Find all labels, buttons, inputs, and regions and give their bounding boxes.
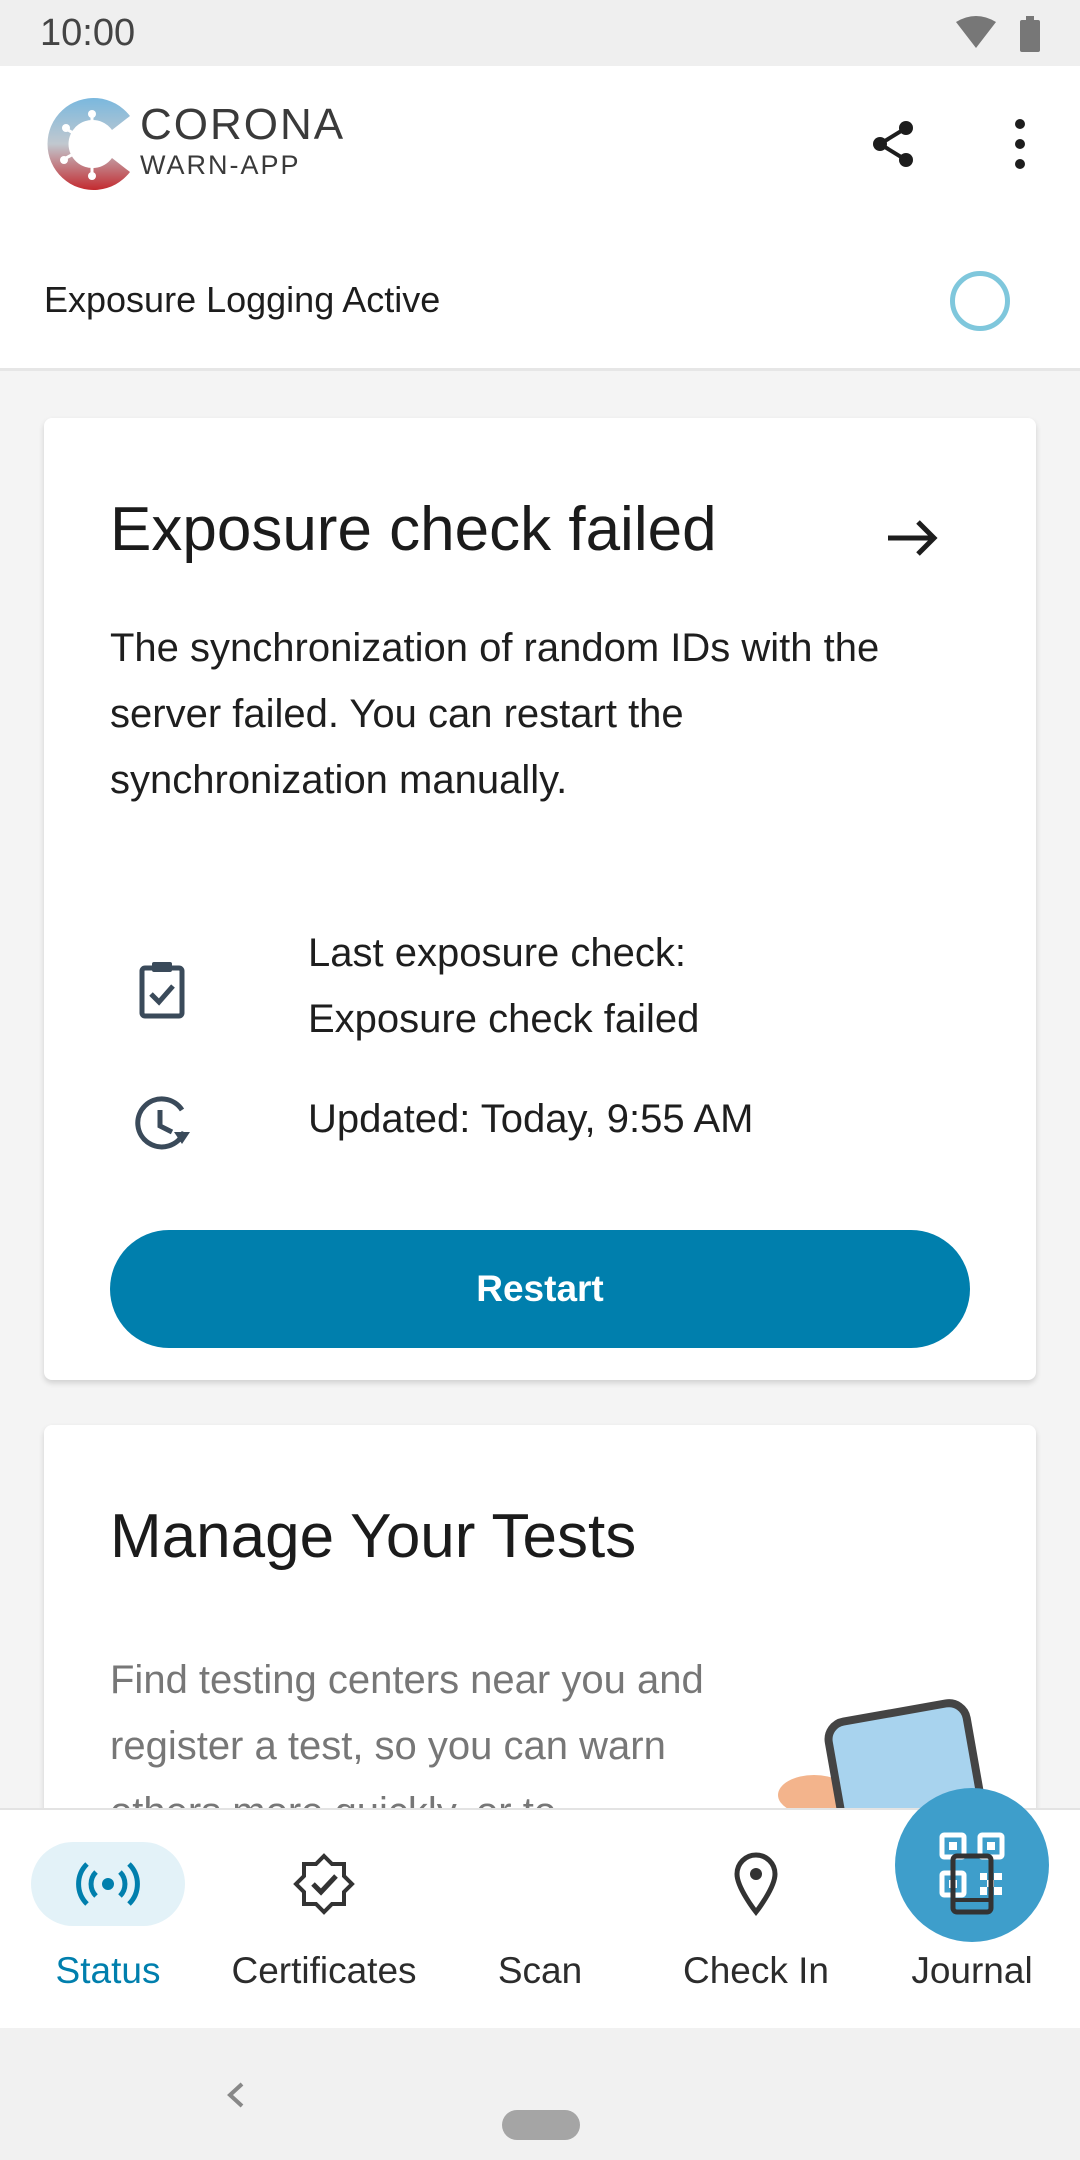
exposure-logging-indicator-icon	[950, 271, 1010, 331]
updated-text: Updated: Today, 9:55 AM	[308, 1097, 754, 1141]
bottom-navigation: Status Certificates Scan Check In Journa…	[0, 1788, 1080, 2030]
nav-label: Status	[55, 1950, 161, 1991]
nav-label: Journal	[911, 1950, 1033, 1991]
exposure-logging-label: Exposure Logging Active	[44, 279, 441, 320]
nav-label: Scan	[497, 1950, 583, 1991]
book-icon	[895, 1842, 1049, 1926]
system-icons	[954, 14, 1044, 57]
arrow-forward-icon[interactable]	[880, 510, 944, 566]
nav-item-journal[interactable]: Journal	[864, 1810, 1080, 2030]
app-bar: CORONA WARN-APP	[0, 66, 1080, 231]
broadcast-icon	[31, 1842, 185, 1926]
last-check-label: Last exposure check:	[308, 931, 686, 975]
corona-warn-app-logo	[42, 94, 138, 194]
exposure-check-card[interactable]: Exposure check failed The synchronizatio…	[44, 418, 1036, 1380]
share-button[interactable]	[866, 116, 922, 172]
battery-icon	[1020, 16, 1040, 52]
card-title: Manage Your Tests	[110, 1502, 637, 1571]
system-navigation-bar	[0, 2028, 1080, 2160]
restart-button[interactable]: Restart	[110, 1230, 970, 1348]
brand-subtitle: WARN-APP	[140, 150, 301, 180]
share-icon	[873, 121, 913, 167]
wifi-icon	[956, 16, 996, 48]
last-check-value: Exposure check failed	[308, 997, 700, 1041]
nav-item-status[interactable]: Status	[0, 1810, 216, 2030]
status-time: 10:00	[40, 12, 136, 54]
card-description: Find testing centers near you and regist…	[110, 1658, 704, 1808]
status-bar: 10:00	[0, 0, 1080, 66]
nav-item-scan[interactable]: Scan	[432, 1788, 1049, 2030]
updated-row: Updated: Today, 9:55 AM	[110, 1086, 940, 1166]
clock-update-icon	[130, 1092, 194, 1156]
nav-label: Check In	[682, 1950, 829, 1991]
more-vert-icon	[1015, 119, 1025, 169]
brand-name: CORONA	[140, 100, 346, 149]
location-pin-icon	[679, 1842, 833, 1926]
last-exposure-check-row: Last exposure check: Exposure check fail…	[110, 920, 940, 1060]
home-pill-button[interactable]	[502, 2110, 580, 2140]
back-button[interactable]	[216, 2070, 256, 2120]
exposure-logging-status[interactable]: Exposure Logging Active	[0, 231, 1080, 371]
nav-item-check-in[interactable]: Check In	[648, 1810, 864, 2030]
back-chevron-icon	[227, 2082, 244, 2108]
certificate-badge-icon	[247, 1842, 401, 1926]
card-title: Exposure check failed	[110, 495, 717, 564]
card-description: The synchronization of random IDs with t…	[110, 626, 880, 802]
phone-in-hand-illustration	[774, 1645, 1024, 1808]
clipboard-check-icon	[130, 958, 194, 1022]
manage-tests-card[interactable]: Manage Your Tests Find testing centers n…	[44, 1425, 1036, 1808]
more-options-button[interactable]	[1000, 116, 1040, 172]
nav-label: Certificates	[231, 1950, 417, 1991]
main-content[interactable]: Exposure check failed The synchronizatio…	[0, 371, 1080, 1808]
nav-item-certificates[interactable]: Certificates	[216, 1810, 432, 2030]
